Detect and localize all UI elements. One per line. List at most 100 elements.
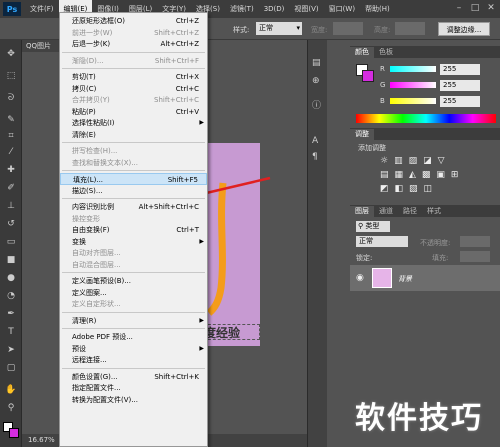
edit-menu-item[interactable]: 前进一步(W) Shift+Ctrl+Z	[60, 27, 207, 39]
visibility-eye-icon[interactable]: ◉	[356, 273, 364, 283]
quick-select-icon[interactable]: ✎	[4, 114, 18, 126]
edit-menu-item[interactable]: 查找和替换文本(X)...	[60, 157, 207, 169]
edit-menu-item[interactable]: 指定配置文件...	[60, 382, 207, 394]
refine-edge-button[interactable]: 调整边缘...	[438, 22, 490, 36]
menu-item[interactable]: 文件(F)	[25, 0, 59, 18]
maximize-icon[interactable]: □	[468, 2, 482, 14]
edit-menu-item[interactable]: 内容识别比例 Alt+Shift+Ctrl+C	[60, 201, 207, 213]
edit-menu-item[interactable]: 转换为配置文件(V)...	[60, 394, 207, 406]
edit-menu-item[interactable]: Adobe PDF 预设...	[60, 331, 207, 343]
layer-row[interactable]: ◉ 背景	[350, 265, 500, 291]
edit-menu-item[interactable]: 操控变形	[60, 213, 207, 225]
edit-menu-item[interactable]: 粘贴(P) Ctrl+V	[60, 106, 207, 118]
zoom-level[interactable]: 16.67%	[28, 436, 55, 444]
document-tab[interactable]: QQ图片	[22, 40, 62, 52]
gradient-tool-icon[interactable]: ■	[4, 254, 18, 266]
edit-menu-item[interactable]: 清除(E)	[60, 129, 207, 141]
blur-tool-icon[interactable]: ●	[4, 272, 18, 284]
menu-item[interactable]: 滤镜(T)	[225, 0, 259, 18]
edit-menu-item[interactable]: 预设 ▶	[60, 343, 207, 355]
menu-item-label: 定义自定形状...	[72, 300, 121, 308]
type-tool-icon[interactable]: T	[4, 326, 18, 338]
fill-input[interactable]	[460, 251, 490, 262]
history-brush-icon[interactable]: ↺	[4, 218, 18, 230]
edit-menu-item[interactable]: 合并拷贝(Y) Shift+Ctrl+C	[60, 94, 207, 106]
channel-slider[interactable]	[390, 98, 436, 104]
document-canvas[interactable]: 度经验	[203, 143, 260, 346]
height-input[interactable]	[395, 22, 425, 35]
watermark: 软件技巧	[355, 401, 483, 436]
move-tool-icon[interactable]: ✥	[4, 48, 18, 60]
layer-name[interactable]: 背景	[398, 274, 412, 284]
edit-menu-item[interactable]: 填充(L)... Shift+F5	[60, 173, 207, 185]
channel-slider[interactable]	[390, 82, 436, 88]
edit-menu-item[interactable]: 定义自定形状...	[60, 298, 207, 310]
edit-menu-item[interactable]: 剪切(T) Ctrl+X	[60, 71, 207, 83]
shape-tool-icon[interactable]: ▢	[4, 362, 18, 374]
edit-menu-item[interactable]: 还原矩形选框(O) Ctrl+Z	[60, 15, 207, 27]
channel-slider[interactable]	[390, 66, 436, 72]
edit-menu-item[interactable]: 拼写检查(H)...	[60, 145, 207, 157]
character-panel-icon[interactable]: A	[312, 136, 318, 146]
close-icon[interactable]: ✕	[484, 2, 498, 14]
tab-paths[interactable]: 路径	[398, 206, 422, 217]
eraser-tool-icon[interactable]: ▭	[4, 236, 18, 248]
info-panel-icon[interactable]: ⓘ	[312, 98, 321, 111]
pen-tool-icon[interactable]: ✒	[4, 308, 18, 320]
edit-menu-item[interactable]: 自动混合图层...	[60, 259, 207, 271]
background-color-swatch[interactable]	[9, 428, 19, 438]
edit-menu-item[interactable]: 自由变换(F) Ctrl+T	[60, 224, 207, 236]
tab-channels[interactable]: 通道	[374, 206, 398, 217]
edit-menu-item[interactable]: 远程连接...	[60, 354, 207, 366]
hand-tool-icon[interactable]: ✋	[4, 384, 18, 396]
layer-kind-filter[interactable]: ⚲ 类型	[356, 221, 390, 232]
channel-value[interactable]: 255	[440, 80, 480, 91]
channel-value[interactable]: 255	[440, 64, 480, 75]
tab-swatches[interactable]: 色板	[374, 47, 398, 58]
dodge-tool-icon[interactable]: ◔	[4, 290, 18, 302]
style-select[interactable]: 正常 ▾	[256, 22, 302, 35]
lasso-tool-icon[interactable]: ᘐ	[4, 92, 18, 104]
tab-adjustments[interactable]: 调整	[350, 129, 374, 140]
menu-item[interactable]: 3D(D)	[259, 0, 290, 18]
edit-menu-dropdown: 还原矩形选框(O) Ctrl+Z 前进一步(W) Shift+Ctrl+Z 后退一步(K…	[59, 12, 208, 447]
edit-menu-item[interactable]: 拷贝(C) Ctrl+C	[60, 83, 207, 95]
brush-tool-icon[interactable]: ✐	[4, 182, 18, 194]
blend-mode-select[interactable]: 正常	[356, 236, 408, 247]
opacity-input[interactable]	[460, 236, 490, 247]
edit-menu-item[interactable]: 定义图案...	[60, 287, 207, 299]
paragraph-panel-icon[interactable]: ¶	[312, 152, 318, 162]
edit-menu-item[interactable]: 选择性粘贴(I) ▶	[60, 117, 207, 129]
crop-tool-icon[interactable]: ⌗	[4, 130, 18, 142]
edit-menu-item[interactable]: 清理(R) ▶	[60, 315, 207, 327]
edit-menu-item[interactable]: 自动对齐图层...	[60, 247, 207, 259]
edit-menu-item[interactable]: 变换 ▶	[60, 236, 207, 248]
menu-item-shortcut: Alt+Shift+Ctrl+C	[138, 203, 199, 211]
minimize-icon[interactable]: –	[452, 2, 466, 14]
channel-value[interactable]: 255	[440, 96, 480, 107]
healing-brush-icon[interactable]: ✚	[4, 164, 18, 176]
eyedropper-icon[interactable]: ⁄	[4, 146, 18, 158]
width-input[interactable]	[333, 22, 363, 35]
tab-color[interactable]: 颜色	[350, 47, 374, 58]
menu-item[interactable]: 帮助(H)	[360, 0, 395, 18]
menu-item[interactable]: 窗口(W)	[324, 0, 360, 18]
stamp-tool-icon[interactable]: ⊥	[4, 200, 18, 212]
layer-thumbnail	[372, 268, 392, 288]
marquee-tool-icon[interactable]: ⬚	[4, 70, 18, 82]
edit-menu-item[interactable]: 描边(S)...	[60, 185, 207, 197]
menu-item[interactable]: 视图(V)	[289, 0, 323, 18]
zoom-tool-icon[interactable]: ⚲	[4, 402, 18, 414]
edit-menu-item[interactable]: 渐隐(D)... Shift+Ctrl+F	[60, 55, 207, 67]
history-panel-icon[interactable]: ▤	[312, 58, 321, 68]
tab-layers[interactable]: 图层	[350, 206, 374, 217]
tab-styles[interactable]: 样式	[422, 206, 446, 217]
actions-panel-icon[interactable]: ⊕	[312, 76, 320, 86]
edit-menu-item[interactable]: 颜色设置(G)... Shift+Ctrl+K	[60, 371, 207, 383]
edit-menu-item[interactable]: 定义画笔预设(B)...	[60, 275, 207, 287]
path-select-icon[interactable]: ➤	[4, 344, 18, 356]
bg-color-preview[interactable]	[362, 70, 374, 82]
edit-menu-item[interactable]: 后退一步(K) Alt+Ctrl+Z	[60, 38, 207, 50]
color-spectrum-ramp[interactable]	[356, 114, 496, 123]
adjustment-icons-row1: ☼▥▨◪▽	[380, 156, 451, 166]
